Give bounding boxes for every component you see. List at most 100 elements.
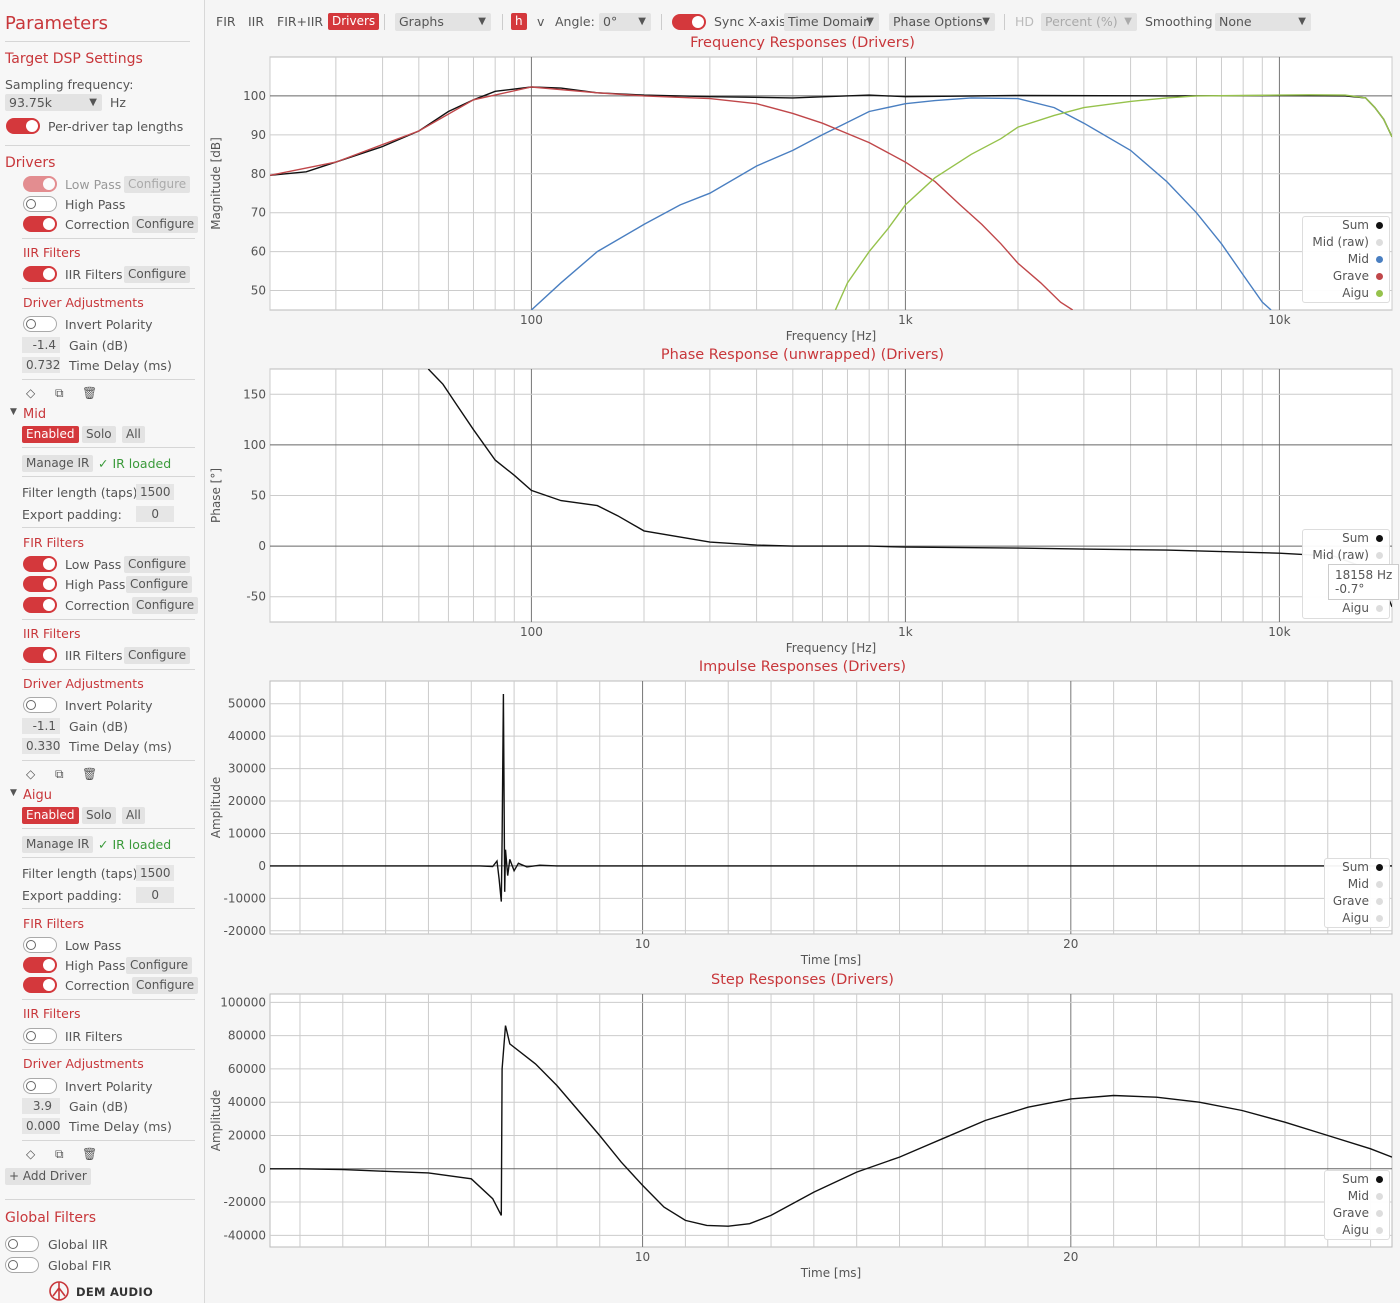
mid-enabled-button[interactable]: Enabled <box>22 426 79 443</box>
legend-item-sum[interactable]: Sum <box>1325 1171 1389 1188</box>
mid-filter-length-input[interactable]: 1500 <box>136 484 174 500</box>
mid-iir-configure-button[interactable]: Configure <box>124 647 191 664</box>
duplicate-icon[interactable]: ⧉ <box>55 1147 64 1162</box>
grave-correction-toggle[interactable] <box>23 216 57 232</box>
mid-correction-toggle[interactable] <box>23 597 57 613</box>
time-domain-select[interactable]: Time Domain ▼ <box>784 13 879 31</box>
mid-gain-input[interactable]: -1.1 <box>22 718 60 734</box>
vertical-v-button[interactable]: v <box>537 14 544 29</box>
tag-icon[interactable]: ◇ <box>26 767 35 781</box>
grave-iir-configure-button[interactable]: Configure <box>124 266 191 283</box>
mode-drivers-button[interactable]: Drivers <box>328 13 380 30</box>
frequency-response-chart[interactable]: 50 60 70 80 90 100 100 1k 10k Frequency [Hz] Magni… <box>205 52 1400 346</box>
mid-export-padding-input[interactable]: 0 <box>136 506 174 522</box>
frequency-legend[interactable]: Sum Mid (raw) Mid Grave Aigu <box>1302 216 1390 303</box>
mid-manage-ir-button[interactable]: Manage IR <box>22 455 94 472</box>
legend-item-grave[interactable]: Grave <box>1325 1205 1389 1222</box>
aigu-delay-input[interactable]: 0.000 <box>22 1118 60 1134</box>
legend-item-aigu[interactable]: Aigu <box>1285 600 1389 617</box>
trash-icon[interactable]: 🗑 <box>82 767 97 781</box>
legend-item-grave[interactable]: Grave <box>1303 268 1389 285</box>
grave-invert-polarity-toggle[interactable] <box>23 316 57 332</box>
legend-item-sum[interactable]: Sum <box>1325 859 1389 876</box>
phase-options-select[interactable]: Phase Options ▼ <box>889 13 995 31</box>
legend-item-grave[interactable]: Grave <box>1325 893 1389 910</box>
trash-icon[interactable]: 🗑 <box>82 386 97 400</box>
graphs-select[interactable]: Graphs ▼ <box>395 13 491 31</box>
aigu-correction-toggle[interactable] <box>23 977 57 993</box>
legend-item-sum[interactable]: Sum <box>1303 530 1389 547</box>
global-fir-toggle[interactable] <box>5 1257 39 1273</box>
mid-correction-configure-button[interactable]: Configure <box>132 597 199 614</box>
aigu-collapse-icon[interactable]: ▼ <box>10 788 17 798</box>
hd-toggle[interactable]: HD <box>1015 14 1034 29</box>
global-iir-toggle[interactable] <box>5 1236 39 1252</box>
aigu-highpass-configure-button[interactable]: Configure <box>126 957 193 974</box>
legend-item-aigu[interactable]: Aigu <box>1325 910 1389 927</box>
percent-select[interactable]: Percent (%) ▼ <box>1041 13 1137 31</box>
step-legend[interactable]: Sum Mid Grave Aigu <box>1324 1170 1390 1240</box>
grave-correction-configure-button[interactable]: Configure <box>132 216 199 233</box>
mid-all-button[interactable]: All <box>122 426 145 443</box>
aigu-invert-polarity-toggle[interactable] <box>23 1078 57 1094</box>
sampling-frequency-select[interactable]: 93.75k ▼ <box>5 94 102 111</box>
mid-highpass-toggle[interactable] <box>23 576 57 592</box>
aigu-all-button[interactable]: All <box>122 807 145 824</box>
grave-gain-input[interactable]: -1.4 <box>22 337 60 353</box>
mid-iir-toggle[interactable] <box>23 647 57 663</box>
legend-item-mid[interactable]: Mid <box>1325 1188 1389 1205</box>
mid-invert-polarity-toggle[interactable] <box>23 697 57 713</box>
mid-solo-button[interactable]: Solo <box>82 426 116 443</box>
aigu-iir-toggle[interactable] <box>23 1028 57 1044</box>
legend-item-mid-raw[interactable]: Mid (raw) <box>1303 234 1389 251</box>
impulse-legend[interactable]: Sum Mid Grave Aigu <box>1324 858 1390 928</box>
tag-icon[interactable]: ◇ <box>26 1147 35 1161</box>
mid-lowpass-toggle[interactable] <box>23 556 57 572</box>
aigu-highpass-toggle[interactable] <box>23 957 57 973</box>
tag-icon[interactable]: ◇ <box>26 386 35 400</box>
mid-highpass-configure-button[interactable]: Configure <box>126 576 193 593</box>
y-tick-label: 60 <box>251 245 266 259</box>
legend-item-mid-raw[interactable]: Mid (raw) <box>1303 547 1389 564</box>
grave-lowpass-configure-button[interactable]: Configure <box>124 176 191 193</box>
mode-iir-button[interactable]: IIR <box>248 14 264 29</box>
grave-iir-toggle[interactable] <box>23 266 57 282</box>
angle-select[interactable]: 0° ▼ <box>599 13 651 31</box>
mid-lowpass-configure-button[interactable]: Configure <box>124 556 191 573</box>
mid-delay-input[interactable]: 0.330 <box>22 738 60 754</box>
aigu-export-padding-input[interactable]: 0 <box>136 887 174 903</box>
legend-item-sum[interactable]: Sum <box>1303 217 1389 234</box>
aigu-manage-ir-button[interactable]: Manage IR <box>22 836 94 853</box>
grave-lowpass-toggle[interactable] <box>23 176 57 192</box>
trash-icon[interactable]: 🗑 <box>82 1147 97 1161</box>
aigu-lowpass-toggle[interactable] <box>23 937 57 953</box>
mid-correction-label: Correction <box>65 598 130 613</box>
legend-item-aigu[interactable]: Aigu <box>1303 285 1389 302</box>
legend-item-mid[interactable]: Mid <box>1325 876 1389 893</box>
aigu-driver-name[interactable]: Aigu <box>23 788 52 803</box>
grave-delay-input[interactable]: 0.732 <box>22 357 60 373</box>
legend-item-aigu[interactable]: Aigu <box>1325 1222 1389 1239</box>
grave-highpass-toggle[interactable] <box>23 196 57 212</box>
impulse-response-chart[interactable]: -20000 -10000 0 10000 20000 30000 40000 50000 10… <box>205 676 1400 970</box>
aigu-correction-configure-button[interactable]: Configure <box>132 977 199 994</box>
sync-x-axis-toggle[interactable] <box>672 14 706 30</box>
legend-item-mid[interactable]: Mid <box>1303 251 1389 268</box>
aigu-enabled-button[interactable]: Enabled <box>22 807 79 824</box>
smoothing-select[interactable]: None ▼ <box>1215 13 1311 31</box>
per-driver-tap-lengths-toggle[interactable] <box>6 118 40 134</box>
mode-fir-button[interactable]: FIR <box>216 14 236 29</box>
duplicate-icon[interactable]: ⧉ <box>55 767 64 782</box>
add-driver-button[interactable]: + Add Driver <box>5 1168 91 1185</box>
mode-fir-iir-button[interactable]: FIR+IIR <box>277 14 323 29</box>
phase-response-chart[interactable]: -50 0 50 100 150 100 1k 10k Frequency [Hz] Phase … <box>205 364 1400 658</box>
aigu-filter-length-input[interactable]: 1500 <box>136 865 174 881</box>
step-response-chart[interactable]: -40000 -20000 0 20000 40000 60000 80000 100000 1… <box>205 989 1400 1283</box>
y-tick-label: 20000 <box>228 794 266 808</box>
mid-collapse-icon[interactable]: ▼ <box>10 407 17 417</box>
aigu-solo-button[interactable]: Solo <box>82 807 116 824</box>
duplicate-icon[interactable]: ⧉ <box>55 386 64 401</box>
aigu-gain-input[interactable]: 3.9 <box>22 1098 60 1114</box>
horizontal-h-button[interactable]: h <box>511 13 527 30</box>
mid-driver-name[interactable]: Mid <box>23 407 46 422</box>
